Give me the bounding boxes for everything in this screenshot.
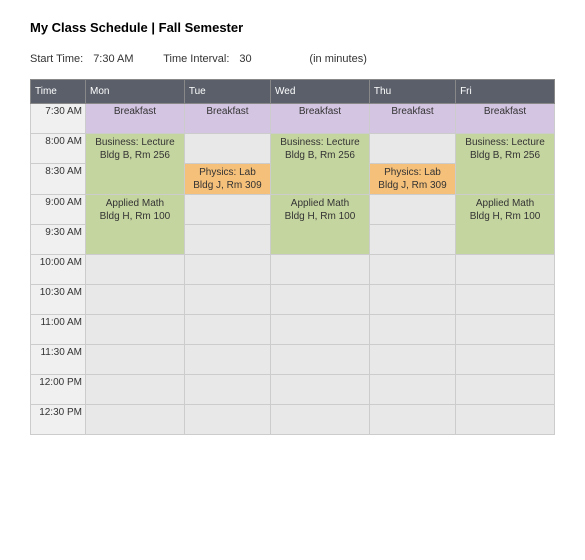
empty-tue-800 — [184, 134, 270, 164]
empty-thu-1230 — [369, 405, 455, 435]
header-tue: Tue — [184, 80, 270, 104]
physics-tue: Physics: LabBldg J, Rm 309 — [184, 164, 270, 195]
interval-label: Time Interval: — [163, 53, 229, 65]
time-cell: 12:00 PM — [31, 375, 86, 405]
time-cell: 9:00 AM — [31, 195, 86, 225]
empty-wed-1000 — [271, 255, 370, 285]
time-cell: 8:30 AM — [31, 164, 86, 195]
empty-mon-1030 — [86, 285, 185, 315]
math-mon: Applied MathBldg H, Rm 100 — [86, 195, 185, 255]
empty-mon-1130 — [86, 345, 185, 375]
header-thu: Thu — [369, 80, 455, 104]
business-wed: Business: LectureBldg B, Rm 256 — [271, 134, 370, 195]
time-cell: 10:30 AM — [31, 285, 86, 315]
math-fri: Applied MathBldg H, Rm 100 — [456, 195, 555, 255]
empty-mon-1000 — [86, 255, 185, 285]
interval-value: 30 — [239, 53, 299, 65]
interval-unit: (in minutes) — [309, 53, 366, 65]
table-row: 11:00 AM — [31, 315, 555, 345]
breakfast-thu: Breakfast — [369, 104, 455, 134]
table-row: 7:30 AM Breakfast Breakfast Breakfast Br… — [31, 104, 555, 134]
empty-thu-900 — [369, 195, 455, 225]
empty-tue-1000 — [184, 255, 270, 285]
empty-fri-1000 — [456, 255, 555, 285]
meta-row: Start Time: 7:30 AM Time Interval: 30 (i… — [30, 53, 555, 65]
empty-mon-1200 — [86, 375, 185, 405]
time-cell: 11:00 AM — [31, 315, 86, 345]
empty-tue-900 — [184, 195, 270, 225]
empty-thu-930 — [369, 225, 455, 255]
physics-thu: Physics: LabBldg J, Rm 309 — [369, 164, 455, 195]
empty-thu-1130 — [369, 345, 455, 375]
empty-wed-1030 — [271, 285, 370, 315]
breakfast-mon: Breakfast — [86, 104, 185, 134]
empty-fri-1200 — [456, 375, 555, 405]
start-time-value: 7:30 AM — [93, 53, 153, 65]
business-fri: Business: LectureBldg B, Rm 256 — [456, 134, 555, 195]
time-cell: 12:30 PM — [31, 405, 86, 435]
page-title: My Class Schedule | Fall Semester — [30, 20, 555, 35]
table-row: 12:30 PM — [31, 405, 555, 435]
table-row: 12:00 PM — [31, 375, 555, 405]
header-wed: Wed — [271, 80, 370, 104]
empty-mon-1230 — [86, 405, 185, 435]
time-cell: 9:30 AM — [31, 225, 86, 255]
empty-thu-800 — [369, 134, 455, 164]
empty-thu-1100 — [369, 315, 455, 345]
empty-mon-1100 — [86, 315, 185, 345]
empty-tue-1200 — [184, 375, 270, 405]
empty-fri-1130 — [456, 345, 555, 375]
empty-tue-1230 — [184, 405, 270, 435]
time-cell: 8:00 AM — [31, 134, 86, 164]
empty-wed-1100 — [271, 315, 370, 345]
empty-wed-1200 — [271, 375, 370, 405]
empty-fri-1230 — [456, 405, 555, 435]
header-row: Time Mon Tue Wed Thu Fri — [31, 80, 555, 104]
table-row: 10:00 AM — [31, 255, 555, 285]
table-row: 11:30 AM — [31, 345, 555, 375]
breakfast-fri: Breakfast — [456, 104, 555, 134]
start-time-label: Start Time: — [30, 53, 83, 65]
time-cell: 10:00 AM — [31, 255, 86, 285]
empty-wed-1130 — [271, 345, 370, 375]
empty-thu-1000 — [369, 255, 455, 285]
breakfast-wed: Breakfast — [271, 104, 370, 134]
table-row: 9:00 AM Applied MathBldg H, Rm 100 Appli… — [31, 195, 555, 225]
empty-tue-1130 — [184, 345, 270, 375]
business-mon: Business: LectureBldg B, Rm 256 — [86, 134, 185, 195]
header-fri: Fri — [456, 80, 555, 104]
time-cell: 7:30 AM — [31, 104, 86, 134]
schedule-table: Time Mon Tue Wed Thu Fri 7:30 AM Breakfa… — [30, 79, 555, 435]
empty-tue-930 — [184, 225, 270, 255]
empty-fri-1030 — [456, 285, 555, 315]
header-time: Time — [31, 80, 86, 104]
math-wed: Applied MathBldg H, Rm 100 — [271, 195, 370, 255]
table-row: 8:00 AM Business: LectureBldg B, Rm 256 … — [31, 134, 555, 164]
empty-tue-1100 — [184, 315, 270, 345]
empty-thu-1200 — [369, 375, 455, 405]
table-row: 10:30 AM — [31, 285, 555, 315]
empty-wed-1230 — [271, 405, 370, 435]
empty-fri-1100 — [456, 315, 555, 345]
time-cell: 11:30 AM — [31, 345, 86, 375]
breakfast-tue: Breakfast — [184, 104, 270, 134]
empty-thu-1030 — [369, 285, 455, 315]
empty-tue-1030 — [184, 285, 270, 315]
header-mon: Mon — [86, 80, 185, 104]
